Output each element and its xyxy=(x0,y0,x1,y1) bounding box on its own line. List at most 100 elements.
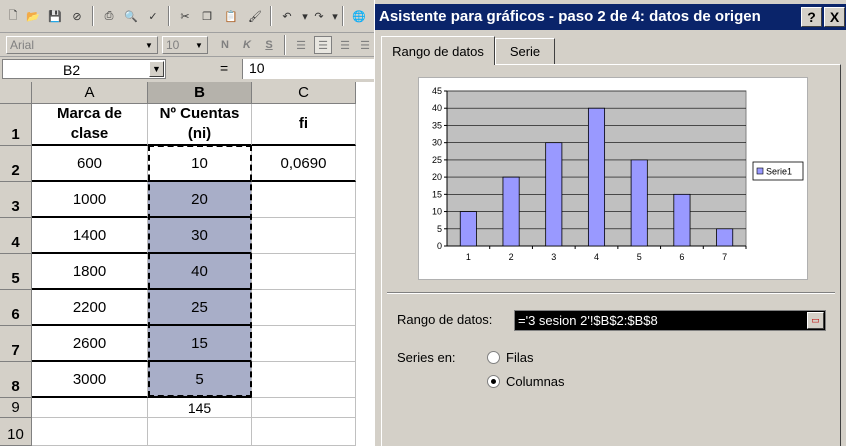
radio-filas-label[interactable]: Filas xyxy=(506,350,533,365)
radio-filas[interactable] xyxy=(487,351,500,364)
row-header-4[interactable]: 4 xyxy=(0,218,32,254)
cell-a3[interactable]: 1000 xyxy=(32,182,148,218)
row-header-2[interactable]: 2 xyxy=(0,146,32,182)
align-center-icon[interactable]: ☰ xyxy=(314,36,332,54)
cell-a7[interactable]: 2600 xyxy=(32,326,148,362)
cell-a8[interactable]: 3000 xyxy=(32,362,148,398)
column-header-b[interactable]: B xyxy=(148,82,252,104)
print-icon[interactable]: ⎙ xyxy=(100,7,118,25)
cell-b2[interactable]: 10 xyxy=(148,146,252,182)
y-tick-label: 45 xyxy=(432,86,442,96)
font-name-combo[interactable]: Arial ▼ xyxy=(6,36,158,54)
range-label: Rango de datos: xyxy=(397,312,493,327)
spelling-icon[interactable]: ✓ xyxy=(144,7,162,25)
y-tick-label: 15 xyxy=(432,189,442,199)
web-icon[interactable]: 🌐 xyxy=(350,7,368,25)
dialog-title-bar[interactable]: Asistente para gráficos - paso 2 de 4: d… xyxy=(375,4,846,30)
cell-c1[interactable]: fi xyxy=(252,104,356,146)
row-header-1[interactable]: 1 xyxy=(0,104,32,146)
x-tick-label: 6 xyxy=(679,252,684,262)
cell-a1[interactable]: Marca de clase xyxy=(32,104,148,146)
save-icon[interactable]: 💾 xyxy=(46,7,64,25)
row-header-3[interactable]: 3 xyxy=(0,182,32,218)
tab-serie[interactable]: Serie xyxy=(495,38,555,64)
name-box-value: B2 xyxy=(63,62,81,78)
row-header-7[interactable]: 7 xyxy=(0,326,32,362)
cell-a4[interactable]: 1400 xyxy=(32,218,148,254)
y-tick-label: 40 xyxy=(432,103,442,113)
cell-b1[interactable]: Nº Cuentas (ni) xyxy=(148,104,252,146)
cell-c5[interactable] xyxy=(252,254,356,290)
open-icon[interactable]: 📂 xyxy=(24,7,42,25)
cell-b10[interactable] xyxy=(148,418,252,446)
permission-icon[interactable]: ⊘ xyxy=(68,7,86,25)
cell-b3[interactable]: 20 xyxy=(148,182,252,218)
new-icon[interactable]: 🗋 xyxy=(4,7,22,25)
bold-button[interactable]: N xyxy=(216,36,234,54)
copy-icon[interactable]: ❐ xyxy=(198,7,216,25)
font-size-combo[interactable]: 10 ▼ xyxy=(162,36,208,54)
y-tick-label: 10 xyxy=(432,207,442,217)
cell-a5[interactable]: 1800 xyxy=(32,254,148,290)
x-tick-label: 3 xyxy=(551,252,556,262)
paste-icon[interactable]: 📋 xyxy=(222,7,240,25)
align-right-icon[interactable]: ☰ xyxy=(336,36,354,54)
row-header-10[interactable]: 10 xyxy=(0,418,32,446)
range-input[interactable]: ='3 sesion 2'!$B$2:$B$8 ▭ xyxy=(514,310,826,331)
toolbar-separator xyxy=(284,35,286,55)
row-header-9[interactable]: 9 xyxy=(0,398,32,418)
x-tick-label: 2 xyxy=(509,252,514,262)
series-in-label: Series en: xyxy=(397,350,456,365)
cell-a6[interactable]: 2200 xyxy=(32,290,148,326)
cell-c7[interactable] xyxy=(252,326,356,362)
merge-center-icon[interactable]: ☰ xyxy=(356,36,374,54)
cell-c3[interactable] xyxy=(252,182,356,218)
print-preview-icon[interactable]: 🔍 xyxy=(122,7,140,25)
cell-b7[interactable]: 15 xyxy=(148,326,252,362)
cell-a2[interactable]: 600 xyxy=(32,146,148,182)
radio-columnas-label[interactable]: Columnas xyxy=(506,374,565,389)
toolbar-separator xyxy=(92,6,94,26)
format-painter-icon[interactable]: 🖌 xyxy=(246,7,264,25)
help-button[interactable]: ? xyxy=(801,7,822,27)
legend-label: Serie1 xyxy=(766,167,792,177)
cell-c2[interactable]: 0,0690 xyxy=(252,146,356,182)
cell-c6[interactable] xyxy=(252,290,356,326)
align-left-icon[interactable]: ☰ xyxy=(292,36,310,54)
dialog-title: Asistente para gráficos - paso 2 de 4: d… xyxy=(379,8,761,25)
cell-b8[interactable]: 5 xyxy=(148,362,252,398)
chevron-down-icon[interactable]: ▼ xyxy=(142,38,156,52)
row-header-8[interactable]: 8 xyxy=(0,362,32,398)
undo-icon[interactable]: ↶ xyxy=(278,7,296,25)
y-tick-label: 35 xyxy=(432,120,442,130)
column-header-a[interactable]: A xyxy=(32,82,148,104)
tab-rango-de-datos[interactable]: Rango de datos xyxy=(381,36,495,65)
cell-b6[interactable]: 25 xyxy=(148,290,252,326)
chevron-down-icon[interactable]: ▼ xyxy=(192,38,206,52)
chevron-down-icon[interactable]: ▼ xyxy=(149,61,164,77)
radio-columnas[interactable] xyxy=(487,375,500,388)
row-header-6[interactable]: 6 xyxy=(0,290,32,326)
cell-b4[interactable]: 30 xyxy=(148,218,252,254)
cut-icon[interactable]: ✂ xyxy=(176,7,194,25)
underline-button[interactable]: S xyxy=(260,36,278,54)
italic-button[interactable]: K xyxy=(238,36,256,54)
y-tick-label: 20 xyxy=(432,172,442,182)
cell-c10[interactable] xyxy=(252,418,356,446)
cell-a10[interactable] xyxy=(32,418,148,446)
cell-a9[interactable] xyxy=(32,398,148,418)
bar xyxy=(545,142,563,247)
collapse-dialog-icon[interactable]: ▭ xyxy=(807,312,824,329)
name-box[interactable]: B2 ▼ xyxy=(2,59,166,79)
cell-c8[interactable] xyxy=(252,362,356,398)
row-header-5[interactable]: 5 xyxy=(0,254,32,290)
y-tick-label: 25 xyxy=(432,155,442,165)
cell-b9-total[interactable]: 145 xyxy=(148,398,252,418)
cell-b5[interactable]: 40 xyxy=(148,254,252,290)
select-all-corner[interactable] xyxy=(0,82,32,104)
column-header-c[interactable]: C xyxy=(252,82,356,104)
cell-c9[interactable] xyxy=(252,398,356,418)
formula-input[interactable]: 10 xyxy=(242,59,374,79)
cell-c4[interactable] xyxy=(252,218,356,254)
close-button[interactable]: X xyxy=(824,7,845,27)
